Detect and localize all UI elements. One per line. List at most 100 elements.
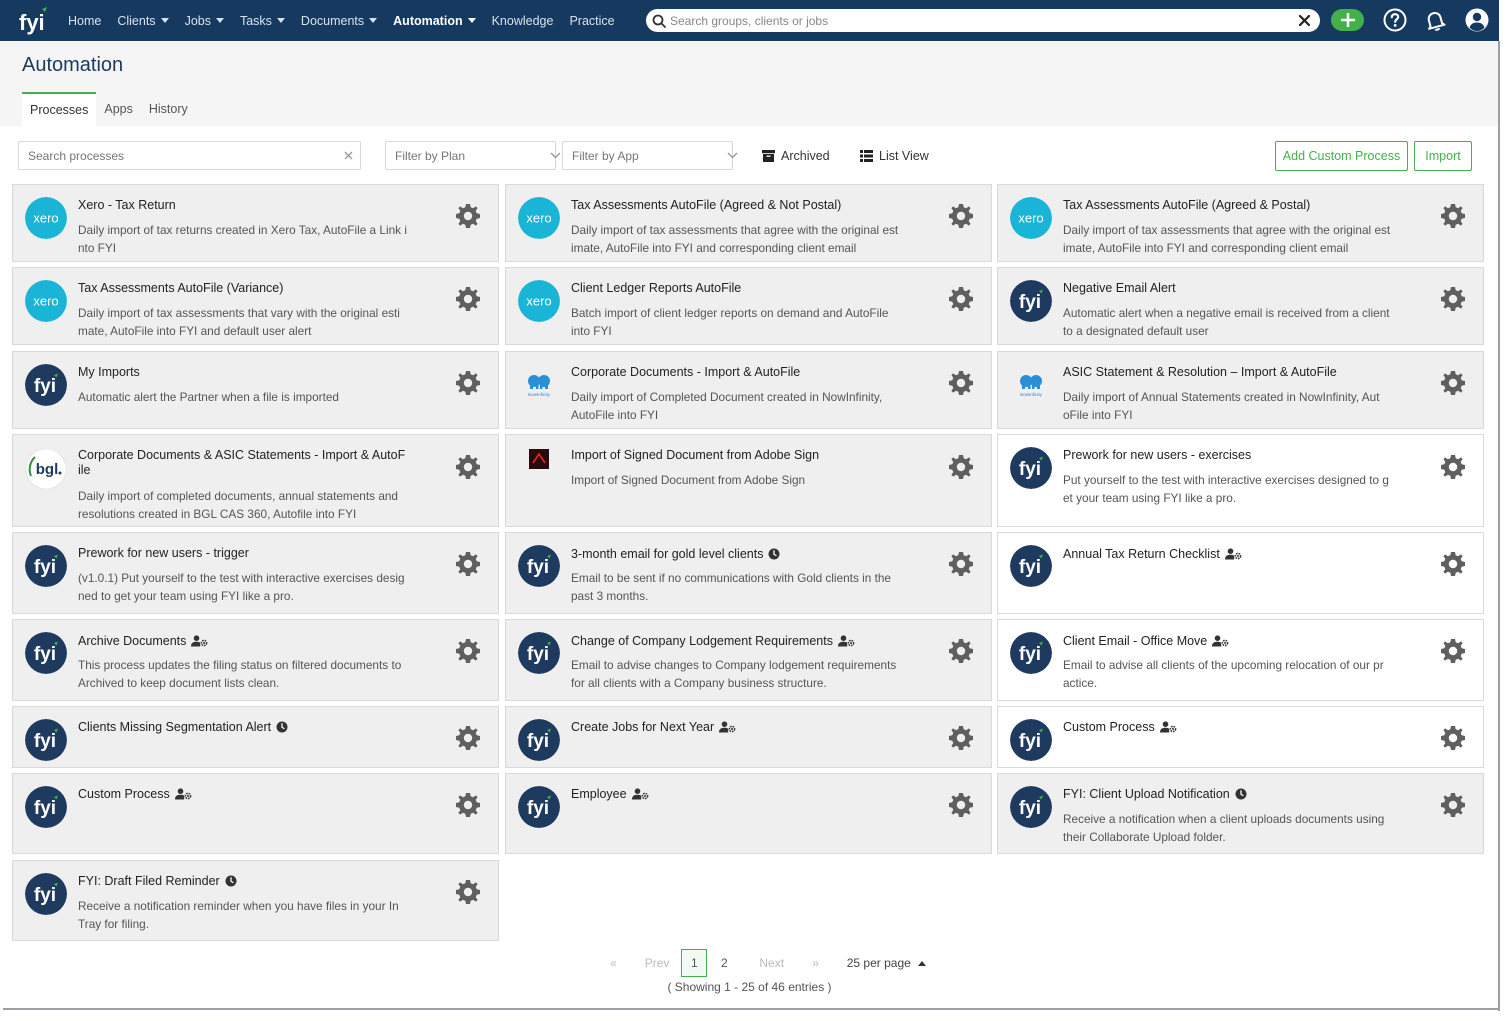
notifications-button[interactable] <box>1423 8 1447 32</box>
gear-icon[interactable] <box>948 286 974 312</box>
process-card[interactable]: NowInfinity ASIC Statement & Resolution –… <box>997 351 1484 429</box>
process-title[interactable]: Archive Documents <box>78 634 418 651</box>
process-title[interactable]: FYI: Client Upload Notification <box>1063 787 1403 804</box>
process-title[interactable]: Client Ledger Reports AutoFile <box>571 281 911 296</box>
process-title[interactable]: Prework for new users - trigger <box>78 546 418 561</box>
process-card[interactable]: fyi Create Jobs for Next Year <box>505 706 992 768</box>
page-number-2[interactable]: 2 <box>711 949 737 977</box>
process-card[interactable]: fyi Change of Company Lodgement Requireme… <box>505 619 992 701</box>
process-card[interactable]: xero Tax Assessments AutoFile (Agreed & P… <box>997 184 1484 262</box>
process-card[interactable]: fyi Employee <box>505 773 992 854</box>
process-title[interactable]: Prework for new users - exercises <box>1063 448 1403 463</box>
page-number-1[interactable]: 1 <box>681 949 708 977</box>
gear-icon[interactable] <box>948 551 974 577</box>
clear-search-icon[interactable] <box>336 151 360 160</box>
process-card[interactable]: fyi Archive Documents This process updates… <box>12 619 499 701</box>
process-title[interactable]: Tax Assessments AutoFile (Agreed & Not P… <box>571 198 911 213</box>
process-card[interactable]: fyi Custom Process <box>12 773 499 854</box>
user-avatar-button[interactable] <box>1465 8 1489 32</box>
process-card[interactable]: fyi FYI: Client Upload Notification Receiv… <box>997 773 1484 854</box>
gear-icon[interactable] <box>1440 725 1466 751</box>
gear-icon[interactable] <box>1440 454 1466 480</box>
help-button[interactable] <box>1383 8 1407 32</box>
gear-icon[interactable] <box>1440 370 1466 396</box>
gear-icon[interactable] <box>455 286 481 312</box>
nav-item-practice[interactable]: Practice <box>569 14 614 28</box>
process-title[interactable]: Custom Process <box>1063 720 1403 737</box>
gear-icon[interactable] <box>455 203 481 229</box>
archived-button[interactable]: Archived <box>762 149 830 163</box>
process-title[interactable]: Corporate Documents - Import & AutoFile <box>571 365 911 380</box>
gear-icon[interactable] <box>948 792 974 818</box>
process-title[interactable]: FYI: Draft Filed Reminder <box>78 874 418 891</box>
process-card[interactable]: xero Tax Assessments AutoFile (Agreed & N… <box>505 184 992 262</box>
process-card[interactable]: fyi Negative Email Alert Automatic alert w… <box>997 267 1484 345</box>
gear-icon[interactable] <box>948 454 974 480</box>
filter-by-app-select[interactable] <box>562 141 738 170</box>
gear-icon[interactable] <box>1440 551 1466 577</box>
process-title[interactable]: Employee <box>571 787 911 804</box>
process-title[interactable]: Client Email - Office Move <box>1063 634 1403 651</box>
process-title[interactable]: Clients Missing Segmentation Alert <box>78 720 418 737</box>
gear-icon[interactable] <box>455 879 481 905</box>
process-title[interactable]: Corporate Documents & ASIC Statements - … <box>78 448 418 478</box>
nav-item-tasks[interactable]: Tasks <box>240 14 285 28</box>
process-card[interactable]: bgl Corporate Documents & ASIC Statements… <box>12 434 499 527</box>
add-custom-process-button[interactable]: Add Custom Process <box>1275 141 1408 171</box>
process-title[interactable]: Annual Tax Return Checklist <box>1063 547 1403 564</box>
process-card[interactable]: fyi FYI: Draft Filed Reminder Receive a no… <box>12 860 499 941</box>
process-card[interactable]: xero Client Ledger Reports AutoFile Batch … <box>505 267 992 345</box>
close-icon[interactable] <box>1294 11 1314 31</box>
filter-by-plan-input[interactable] <box>386 142 550 169</box>
global-search-input[interactable] <box>670 13 1294 28</box>
process-card[interactable]: fyi Client Email - Office Move Email to ad… <box>997 619 1484 701</box>
process-card[interactable]: xero Tax Assessments AutoFile (Variance) D… <box>12 267 499 345</box>
gear-icon[interactable] <box>455 551 481 577</box>
gear-icon[interactable] <box>455 725 481 751</box>
process-card[interactable]: fyi Annual Tax Return Checklist <box>997 532 1484 614</box>
nav-item-clients[interactable]: Clients <box>117 14 169 28</box>
tab-apps[interactable]: Apps <box>96 92 141 126</box>
gear-icon[interactable] <box>948 370 974 396</box>
list-view-button[interactable]: List View <box>860 149 929 163</box>
process-title[interactable]: My Imports <box>78 365 418 380</box>
process-search-input[interactable] <box>19 142 336 169</box>
process-card[interactable]: Import of Signed Document from Adobe Sig… <box>505 434 992 527</box>
process-card[interactable]: NowInfinity Corporate Documents - Import … <box>505 351 992 429</box>
import-button[interactable]: Import <box>1414 141 1472 171</box>
gear-icon[interactable] <box>948 638 974 664</box>
nav-item-home[interactable]: Home <box>68 14 101 28</box>
process-card[interactable]: fyi Clients Missing Segmentation Alert <box>12 706 499 768</box>
nav-item-jobs[interactable]: Jobs <box>185 14 224 28</box>
next-page-link[interactable]: Next <box>759 956 784 970</box>
filter-by-app-input[interactable] <box>563 142 727 169</box>
process-title[interactable]: ASIC Statement & Resolution – Import & A… <box>1063 365 1403 380</box>
tab-history[interactable]: History <box>141 92 196 126</box>
process-title[interactable]: Tax Assessments AutoFile (Agreed & Posta… <box>1063 198 1403 213</box>
process-title[interactable]: Xero - Tax Return <box>78 198 418 213</box>
gear-icon[interactable] <box>948 725 974 751</box>
nav-item-knowledge[interactable]: Knowledge <box>492 14 554 28</box>
process-card[interactable]: fyi My Imports Automatic alert the Partner… <box>12 351 499 429</box>
gear-icon[interactable] <box>1440 286 1466 312</box>
add-new-button[interactable] <box>1331 9 1364 31</box>
process-title[interactable]: Change of Company Lodgement Requirements <box>571 634 911 651</box>
process-title[interactable]: Create Jobs for Next Year <box>571 720 911 737</box>
gear-icon[interactable] <box>455 792 481 818</box>
prev-page-link[interactable]: Prev <box>645 956 670 970</box>
nav-item-documents[interactable]: Documents <box>301 14 378 28</box>
gear-icon[interactable] <box>1440 638 1466 664</box>
last-page-link[interactable]: » <box>812 956 819 970</box>
process-title[interactable]: Custom Process <box>78 787 418 804</box>
process-card[interactable]: fyi Prework for new users - trigger (v1.0.… <box>12 532 499 614</box>
process-card[interactable]: fyi Custom Process <box>997 706 1484 768</box>
gear-icon[interactable] <box>1440 203 1466 229</box>
first-page-link[interactable]: « <box>610 956 617 970</box>
gear-icon[interactable] <box>455 638 481 664</box>
process-title[interactable]: Import of Signed Document from Adobe Sig… <box>571 448 911 463</box>
process-title[interactable]: Negative Email Alert <box>1063 281 1403 296</box>
gear-icon[interactable] <box>455 454 481 480</box>
gear-icon[interactable] <box>455 370 481 396</box>
process-title[interactable]: 3-month email for gold level clients <box>571 547 911 564</box>
filter-by-plan-select[interactable] <box>385 141 561 170</box>
